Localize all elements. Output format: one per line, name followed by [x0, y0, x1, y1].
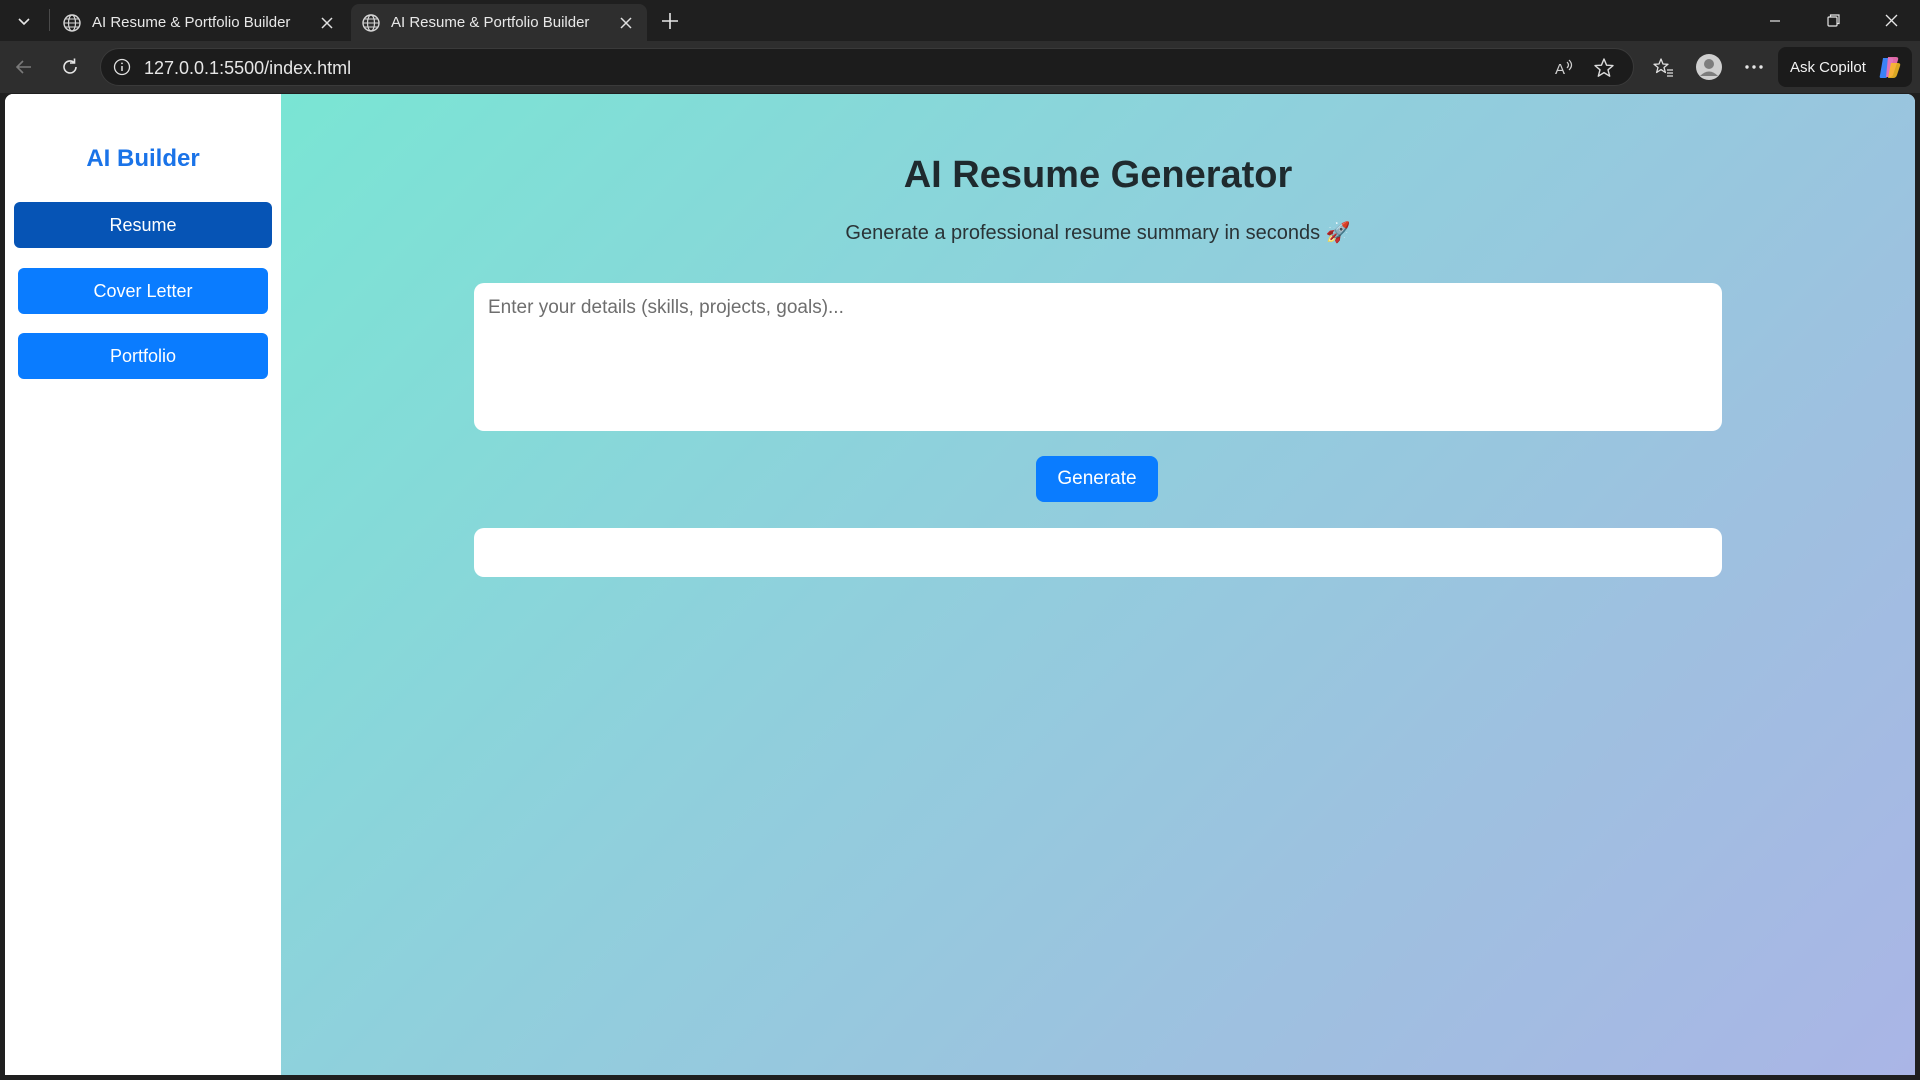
tab-actions-menu-button[interactable]	[6, 6, 42, 36]
favorite-star-icon[interactable]	[1590, 54, 1618, 82]
plus-icon	[662, 13, 678, 29]
globe-icon	[362, 13, 380, 32]
generate-button[interactable]: Generate	[1036, 456, 1158, 502]
favorites-icon	[1653, 58, 1673, 77]
tab-close-button[interactable]	[613, 10, 639, 36]
tab-divider	[49, 9, 50, 31]
minimize-button[interactable]	[1746, 0, 1804, 41]
avatar-icon	[1696, 54, 1722, 80]
browser-toolbar: 127.0.0.1:5500/index.html A Ask Copilot	[0, 41, 1920, 93]
close-icon	[620, 16, 632, 29]
ask-copilot-button[interactable]: Ask Copilot	[1778, 47, 1912, 87]
svg-text:A: A	[1555, 61, 1565, 78]
new-tab-button[interactable]	[652, 6, 688, 36]
globe-icon	[63, 13, 81, 32]
more-horizontal-icon	[1745, 65, 1763, 69]
restore-button[interactable]	[1804, 0, 1862, 41]
sidebar-item-portfolio[interactable]: Portfolio	[18, 333, 268, 379]
tab-title: AI Resume & Portfolio Builder	[92, 14, 291, 31]
favorites-button[interactable]	[1645, 50, 1681, 84]
browser-tab-2[interactable]: AI Resume & Portfolio Builder	[351, 4, 647, 41]
sidebar-item-resume[interactable]: Resume	[14, 202, 272, 248]
back-button[interactable]	[6, 50, 42, 84]
close-icon	[1885, 14, 1897, 27]
browser-tab-1[interactable]: AI Resume & Portfolio Builder	[52, 4, 348, 41]
details-input[interactable]	[474, 283, 1722, 431]
ask-copilot-label: Ask Copilot	[1790, 58, 1866, 76]
url-text[interactable]: 127.0.0.1:5500/index.html	[144, 58, 351, 79]
address-bar[interactable]: 127.0.0.1:5500/index.html A	[100, 48, 1634, 86]
sidebar-item-cover-letter[interactable]: Cover Letter	[18, 268, 268, 314]
sidebar: AI Builder Resume Cover Letter Portfolio	[5, 94, 281, 1075]
restore-icon	[1826, 14, 1840, 27]
refresh-icon	[63, 58, 77, 74]
settings-more-button[interactable]	[1736, 50, 1772, 84]
profile-button[interactable]	[1691, 50, 1727, 84]
main-content: AI Resume Generator Generate a professio…	[281, 94, 1915, 1075]
read-aloud-icon[interactable]: A	[1551, 54, 1579, 82]
tab-close-button[interactable]	[314, 10, 340, 36]
close-icon	[321, 16, 333, 29]
page-title: AI Resume Generator	[903, 154, 1293, 196]
brand-title: AI Builder	[86, 145, 200, 172]
tab-title: AI Resume & Portfolio Builder	[391, 14, 590, 31]
back-arrow-icon	[15, 60, 31, 74]
minimize-icon	[1770, 19, 1780, 22]
chevron-down-icon	[18, 18, 30, 26]
page-subtitle: Generate a professional resume summary i…	[845, 222, 1351, 244]
output-box	[474, 528, 1722, 577]
page-viewport: AI Builder Resume Cover Letter Portfolio…	[5, 94, 1915, 1075]
close-window-button[interactable]	[1862, 0, 1920, 41]
refresh-button[interactable]	[52, 50, 88, 84]
copilot-logo-icon	[1879, 57, 1901, 78]
browser-tab-bar: AI Resume & Portfolio Builder AI Resume …	[0, 0, 1920, 41]
site-info-icon[interactable]	[111, 56, 133, 78]
